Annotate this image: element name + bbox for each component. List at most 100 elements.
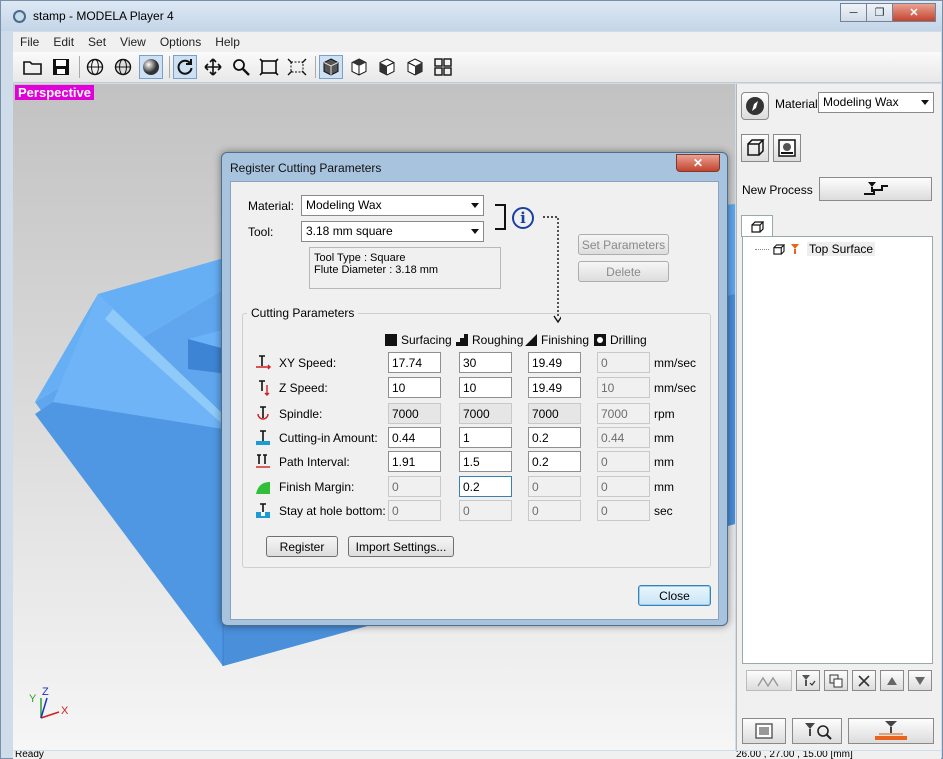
process-tree-tab[interactable]: [741, 215, 773, 237]
stay-at-hole-bottom-icon: [255, 503, 271, 519]
dialog-tool-value: 3.18 mm square: [306, 224, 393, 238]
path-calc-icon[interactable]: [746, 670, 792, 691]
model-box-icon[interactable]: [741, 134, 769, 162]
tool-view-icon[interactable]: [773, 134, 801, 162]
z-speed-finishing-input[interactable]: 19.49: [528, 377, 581, 398]
col-surfacing-label: Surfacing: [401, 333, 452, 347]
solid-sphere-icon[interactable]: [139, 55, 163, 79]
import-settings-button[interactable]: Import Settings...: [348, 536, 454, 557]
fit-view-icon[interactable]: [257, 55, 281, 79]
finishing-icon: [525, 334, 537, 346]
z-speed-surfacing-input[interactable]: 10: [388, 377, 441, 398]
path-interval-unit: mm: [654, 455, 674, 469]
tool-path-icon: [791, 244, 799, 254]
view-top-icon[interactable]: [347, 55, 371, 79]
maximize-button[interactable]: ❐: [866, 3, 893, 22]
chevron-down-icon: [471, 229, 479, 234]
cutting-in-finishing-input[interactable]: 0.2: [528, 427, 581, 448]
finish-margin-icon: [255, 479, 271, 495]
view-multi-icon[interactable]: [431, 55, 455, 79]
set-parameters-button[interactable]: Set Parameters: [578, 234, 669, 255]
tool-edit-icon[interactable]: [796, 670, 820, 691]
dotted-arrow-icon: [543, 216, 561, 324]
cutting-in-surfacing-input[interactable]: 0.44: [388, 427, 441, 448]
dialog-close-icon[interactable]: ✕: [676, 154, 720, 172]
view-right-icon[interactable]: [403, 55, 427, 79]
dialog-material-select[interactable]: Modeling Wax: [301, 195, 484, 216]
move-down-icon[interactable]: [908, 670, 932, 691]
chevron-down-icon: [471, 203, 479, 208]
wireframe-sphere-icon[interactable]: [83, 55, 107, 79]
path-interval-drilling-input: 0: [597, 451, 650, 472]
info-icon[interactable]: i: [512, 207, 534, 229]
status-text: Ready: [15, 751, 44, 759]
pan-icon[interactable]: [201, 55, 225, 79]
view-front-icon[interactable]: [375, 55, 399, 79]
z-speed-icon: [255, 380, 271, 396]
xy-speed-icon: [255, 355, 271, 371]
material-label: Material: [775, 97, 818, 111]
zoom-box-icon[interactable]: [285, 55, 309, 79]
close-window-button[interactable]: ✕: [892, 3, 936, 22]
selection-bracket: [495, 204, 506, 230]
stay-roughing-input: 0: [459, 500, 512, 521]
view-perspective-icon[interactable]: [319, 55, 343, 79]
delete-button[interactable]: Delete: [578, 261, 669, 282]
spindle-drilling-input: 7000: [597, 403, 650, 424]
dialog-tool-select[interactable]: 3.18 mm square: [301, 221, 484, 242]
move-up-icon[interactable]: [880, 670, 904, 691]
finish-margin-roughing-input[interactable]: 0.2: [459, 476, 512, 497]
menu-edit[interactable]: Edit: [46, 35, 81, 49]
cutting-parameters-title: Cutting Parameters: [247, 306, 359, 320]
material-select[interactable]: Modeling Wax: [818, 92, 934, 113]
tool-search-icon[interactable]: [792, 718, 842, 744]
xy-speed-drilling-input: 0: [597, 352, 650, 373]
minimize-button[interactable]: ─: [840, 3, 867, 22]
col-surfacing: Surfacing: [385, 333, 452, 347]
finish-margin-drilling-input: 0: [597, 476, 650, 497]
finish-margin-unit: mm: [654, 480, 674, 494]
cutting-in-drilling-input: 0.44: [597, 427, 650, 448]
drilling-icon: [594, 334, 606, 346]
col-roughing-label: Roughing: [472, 333, 524, 347]
xy-speed-finishing-input[interactable]: 19.49: [528, 352, 581, 373]
axis-indicator: Y Z X: [29, 686, 69, 719]
material-compass-icon[interactable]: [741, 92, 769, 120]
xy-speed-surfacing-input[interactable]: 17.74: [388, 352, 441, 373]
axis-x-label: X: [61, 705, 69, 717]
xy-speed-roughing-input[interactable]: 30: [459, 352, 512, 373]
open-folder-icon[interactable]: [21, 55, 45, 79]
menu-options[interactable]: Options: [153, 35, 208, 49]
preview-window-icon[interactable]: [742, 718, 786, 744]
tree-item-top-surface[interactable]: Top Surface: [755, 242, 876, 256]
finish-margin-surfacing-input: 0: [388, 476, 441, 497]
menu-view[interactable]: View: [113, 35, 153, 49]
process-panel: Material Modeling Wax New Process Top Su…: [736, 84, 941, 750]
process-tree: Top Surface: [742, 236, 933, 664]
material-select-value: Modeling Wax: [823, 95, 899, 109]
path-interval-surfacing-input[interactable]: 1.91: [388, 451, 441, 472]
register-button[interactable]: Register: [266, 536, 338, 557]
menu-set[interactable]: Set: [81, 35, 113, 49]
material-field-label: Material:: [248, 199, 295, 213]
col-roughing: Roughing: [456, 333, 523, 347]
menu-file[interactable]: File: [13, 35, 46, 49]
menu-help[interactable]: Help: [208, 35, 247, 49]
close-button[interactable]: Close: [638, 585, 711, 606]
new-process-button[interactable]: [819, 177, 932, 201]
path-interval-finishing-input[interactable]: 0.2: [528, 451, 581, 472]
mesh-sphere-icon[interactable]: [111, 55, 135, 79]
axis-y-label: Y: [29, 693, 37, 705]
cutting-in-roughing-input[interactable]: 1: [459, 427, 512, 448]
z-speed-roughing-input[interactable]: 10: [459, 377, 512, 398]
path-interval-roughing-input[interactable]: 1.5: [459, 451, 512, 472]
cutting-in-amount-icon: [255, 430, 271, 446]
cut-output-button[interactable]: [848, 718, 934, 744]
save-icon[interactable]: [49, 55, 73, 79]
rotate-icon[interactable]: [173, 55, 197, 79]
toolbar: [13, 52, 941, 83]
status-bar: Ready 26.00 , 27.00 , 15.00 [mm]: [13, 751, 941, 759]
zoom-icon[interactable]: [229, 55, 253, 79]
copy-icon[interactable]: [824, 670, 848, 691]
delete-icon[interactable]: [852, 670, 876, 691]
